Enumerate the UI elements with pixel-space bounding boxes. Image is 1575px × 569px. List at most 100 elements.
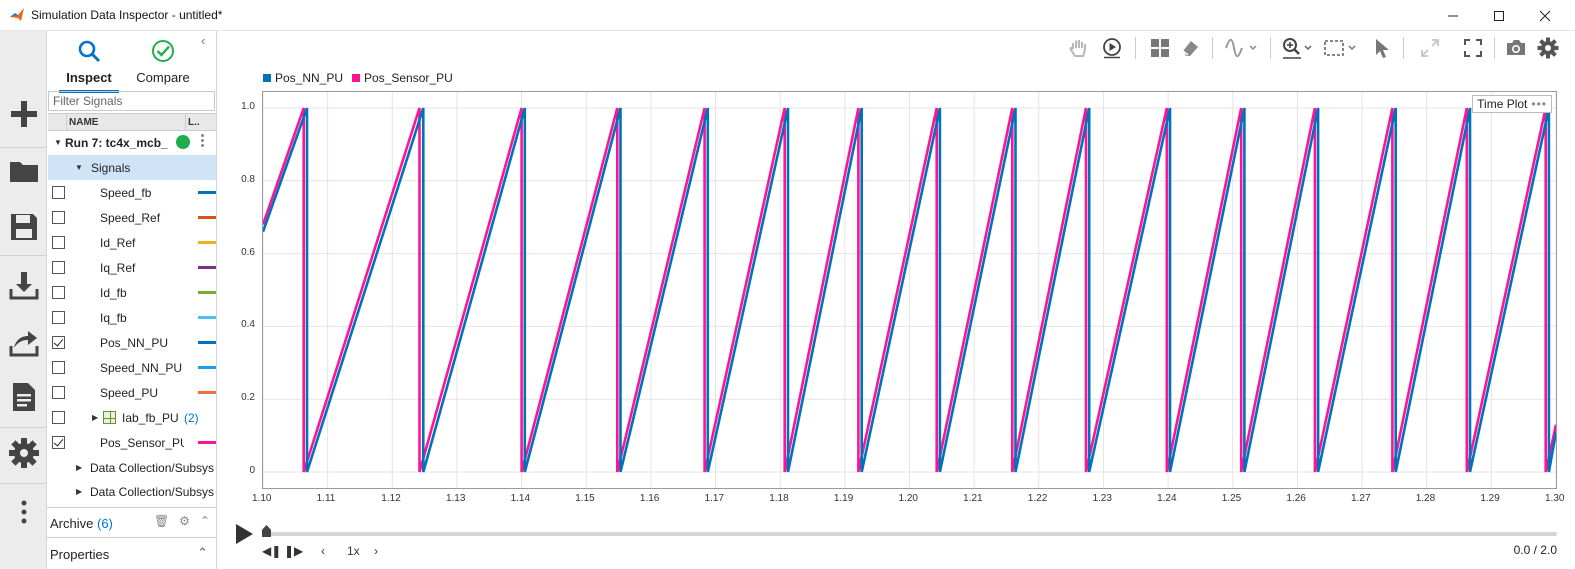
line-style-swatch[interactable] — [198, 441, 216, 444]
plot-axes[interactable]: Time Plot ••• — [262, 91, 1557, 489]
list-item[interactable]: ▶ Data Collection/Subsys — [48, 479, 216, 504]
line-style-swatch[interactable] — [198, 391, 216, 394]
replay-button[interactable] — [1100, 36, 1124, 60]
open-button[interactable] — [6, 151, 42, 191]
signal-checkbox[interactable] — [52, 286, 65, 299]
time-plot-chart[interactable] — [263, 92, 1556, 488]
preferences-button[interactable] — [6, 433, 42, 473]
slower-icon[interactable]: ‹ — [321, 544, 325, 558]
line-style-swatch[interactable] — [198, 191, 216, 194]
signal-checkbox[interactable] — [52, 336, 65, 349]
list-item[interactable]: Speed_fb — [48, 180, 216, 205]
step-back-icon[interactable]: ◀❚ — [262, 544, 281, 558]
fullscreen-button[interactable] — [1461, 36, 1485, 60]
line-style-swatch[interactable] — [198, 291, 216, 294]
list-item[interactable]: Speed_PU — [48, 380, 216, 405]
y-tick-label: 0.2 — [241, 392, 255, 404]
properties-section[interactable]: Properties ⌃ — [47, 537, 216, 567]
signal-checkbox[interactable] — [52, 386, 65, 399]
signal-label: Speed_PU — [100, 386, 159, 400]
expand-button[interactable] — [1418, 36, 1442, 60]
properties-label: Properties — [50, 547, 110, 562]
trash-icon[interactable]: 🗑 — [154, 514, 169, 528]
line-style-swatch[interactable] — [198, 241, 216, 244]
import-button[interactable] — [6, 265, 42, 305]
tab-inspect[interactable]: Inspect — [57, 35, 121, 93]
signal-checkbox[interactable] — [52, 211, 65, 224]
list-item[interactable]: Id_fb — [48, 280, 216, 305]
report-button[interactable] — [6, 377, 42, 417]
column-line-header[interactable]: L.. — [188, 117, 200, 128]
time-slider-thumb[interactable] — [262, 525, 271, 537]
select-button[interactable] — [1370, 36, 1394, 60]
fit-view-icon — [1324, 40, 1356, 56]
line-style-swatch[interactable] — [198, 366, 216, 369]
expand-signal-icon[interactable]: ▶ — [92, 413, 98, 422]
list-item[interactable]: ▶ Data Collection/Subsys — [48, 455, 216, 480]
gear-icon — [1537, 37, 1559, 59]
settings-button[interactable] — [1536, 36, 1560, 60]
archive-section[interactable]: Archive (6) 🗑 ⚙ ⌃ — [47, 507, 216, 537]
maximize-button[interactable] — [1476, 0, 1522, 31]
close-window-button[interactable] — [1522, 0, 1568, 31]
run-row[interactable]: ▼ Run 7: tc4x_mcb_ — [48, 130, 216, 155]
clear-button[interactable] — [1178, 36, 1202, 60]
plot-toolbar — [217, 31, 1575, 65]
expand-group-icon[interactable]: ▶ — [76, 463, 82, 472]
play-icon[interactable] — [234, 523, 254, 545]
line-style-swatch[interactable] — [198, 316, 216, 319]
list-item[interactable]: Speed_Ref — [48, 205, 216, 230]
line-style-swatch[interactable] — [198, 341, 216, 344]
group-label: Data Collection/Subsys — [90, 485, 215, 499]
list-item[interactable]: Iq_fb — [48, 305, 216, 330]
expand-run-icon[interactable]: ▼ — [54, 138, 62, 147]
more-options-button[interactable] — [6, 492, 42, 532]
list-item[interactable]: Id_Ref — [48, 230, 216, 255]
chevron-up-icon[interactable]: ⌃ — [197, 545, 208, 561]
column-name-header[interactable]: NAME — [69, 117, 98, 128]
signal-checkbox[interactable] — [52, 361, 65, 374]
export-button[interactable] — [6, 322, 42, 362]
faster-icon[interactable]: › — [374, 544, 378, 558]
new-button[interactable] — [6, 94, 42, 134]
line-style-swatch[interactable] — [198, 266, 216, 269]
time-slider-track[interactable] — [267, 532, 1557, 536]
line-style-swatch[interactable] — [198, 216, 216, 219]
zoom-button[interactable] — [1281, 36, 1317, 60]
step-forward-icon[interactable]: ❚▶ — [284, 544, 303, 558]
snapshot-button[interactable] — [1504, 36, 1528, 60]
signal-checkbox[interactable] — [52, 261, 65, 274]
chevron-up-icon[interactable]: ⌃ — [200, 514, 210, 528]
layout-button[interactable] — [1148, 36, 1172, 60]
filter-signals-input[interactable]: Filter Signals — [48, 91, 215, 111]
list-item[interactable]: Pos_NN_PU — [48, 330, 216, 355]
fit-to-view-button[interactable] — [1323, 36, 1359, 60]
save-button[interactable] — [6, 207, 42, 247]
signal-checkbox[interactable] — [52, 311, 65, 324]
signal-checkbox[interactable] — [52, 186, 65, 199]
signals-group-row[interactable]: ▼ Signals — [48, 155, 216, 180]
minimize-button[interactable] — [1430, 0, 1476, 31]
expand-signals-icon[interactable]: ▼ — [75, 163, 83, 172]
expand-group-icon[interactable]: ▶ — [76, 487, 82, 496]
list-item[interactable]: Pos_Sensor_PU — [48, 430, 216, 455]
signal-checkbox[interactable] — [52, 411, 65, 424]
signal-label: Speed_NN_PU — [100, 361, 183, 375]
list-item[interactable]: Speed_NN_PU — [48, 355, 216, 380]
signal-style-button[interactable] — [1224, 36, 1260, 60]
legend-item[interactable]: Pos_NN_PU — [263, 71, 343, 85]
run-menu-icon[interactable] — [201, 133, 205, 151]
collapse-panel-icon[interactable]: ‹ — [201, 33, 205, 48]
signal-checkbox[interactable] — [52, 236, 65, 249]
signal-checkbox[interactable] — [52, 436, 65, 449]
list-item[interactable]: Iq_Ref — [48, 255, 216, 280]
tab-compare[interactable]: Compare — [131, 35, 195, 89]
gear-icon[interactable]: ⚙ — [179, 514, 190, 528]
list-item[interactable]: ▶ Iab_fb_PU (2) — [48, 405, 216, 430]
legend-swatch — [263, 74, 271, 82]
more-dots-icon[interactable]: ••• — [1531, 97, 1547, 111]
pan-button[interactable] — [1066, 36, 1090, 60]
time-plot-badge[interactable]: Time Plot ••• — [1472, 95, 1552, 113]
legend-item[interactable]: Pos_Sensor_PU — [352, 71, 453, 85]
minimize-icon — [1448, 15, 1458, 16]
